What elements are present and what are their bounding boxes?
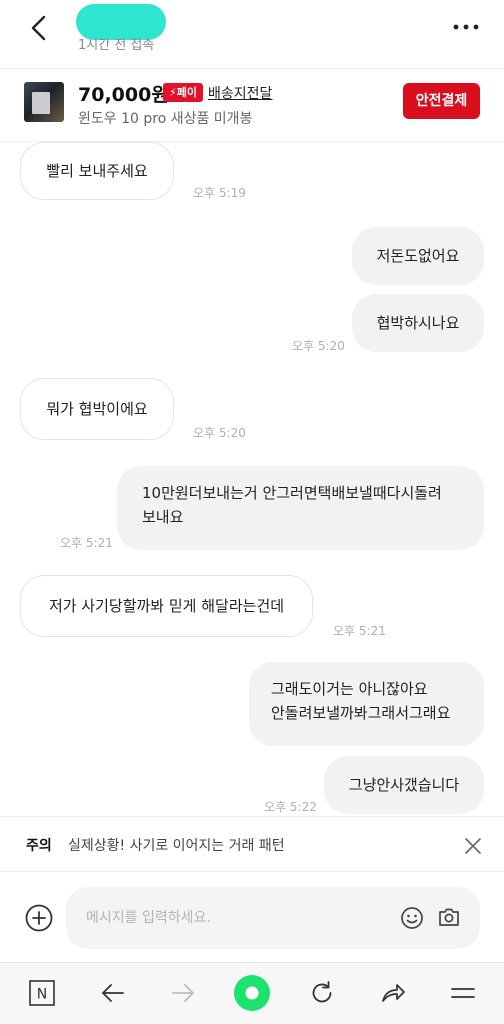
- message-time: 오후 5:21: [333, 624, 386, 638]
- warning-close-button[interactable]: [462, 835, 484, 857]
- camera-button[interactable]: [437, 905, 461, 929]
- refresh-icon: [312, 981, 332, 1003]
- message-list[interactable]: 빨리 보내주세요 오후 5:19 저돈도없어요 협박하시나요 오후 5:20 뭐…: [0, 142, 504, 816]
- message-time: 오후 5:20: [292, 339, 345, 353]
- add-attachment-button[interactable]: [24, 903, 54, 933]
- refresh-button[interactable]: [306, 977, 338, 1009]
- naver-n-icon: N: [29, 980, 55, 1006]
- back-arrow-icon: [102, 984, 124, 1002]
- back-button[interactable]: [24, 12, 56, 44]
- share-arrow-icon: [382, 984, 405, 1002]
- product-summary[interactable]: 70,000원 ⚡페이 배송지전달 윈도우 10 pro 새상품 미개봉 안전결…: [0, 68, 504, 142]
- plus-circle-icon: [25, 904, 53, 932]
- message-bubble[interactable]: 그래도이거는 아니잖아요 안돌려보낼까봐그래서그래요: [249, 662, 484, 746]
- last-access-status: 1시간 전 접속: [78, 38, 155, 53]
- share-button[interactable]: [377, 977, 409, 1009]
- chat-header: 1시간 전 접속: [0, 0, 504, 62]
- warning-text[interactable]: 실제상황! 사기로 이어지는 거래 패턴: [68, 835, 285, 855]
- message-composer: [0, 872, 504, 962]
- nav-forward-button[interactable]: [167, 977, 199, 1009]
- message-time: 오후 5:21: [60, 536, 113, 550]
- fraud-warning-banner: 주의 실제상황! 사기로 이어지는 거래 패턴: [0, 816, 504, 872]
- menu-button[interactable]: [447, 977, 479, 1009]
- message-time: 오후 5:19: [193, 186, 246, 200]
- message-bubble[interactable]: 10만원더보내는거 안그러면택배보낼때다시돌려 보내요: [117, 466, 484, 550]
- warning-label: 주의: [26, 838, 52, 854]
- camera-icon: [439, 908, 459, 926]
- message-bubble[interactable]: 협박하시나요: [352, 294, 484, 352]
- product-thumbnail[interactable]: [24, 82, 64, 122]
- close-icon: [465, 838, 481, 854]
- back-arrow-icon: [31, 15, 46, 41]
- message-time: 오후 5:22: [264, 800, 317, 814]
- product-name: 윈도우 10 pro 새상품 미개봉: [78, 111, 253, 127]
- green-dot-icon: [234, 975, 270, 1011]
- message-bubble[interactable]: 뭐가 협박이에요: [20, 378, 174, 440]
- message-time: 오후 5:20: [193, 426, 246, 440]
- safe-payment-button[interactable]: 안전결제: [403, 83, 480, 119]
- emoji-button[interactable]: [400, 906, 424, 930]
- browser-nav-bar: N: [0, 962, 504, 1024]
- more-options-button[interactable]: [452, 16, 480, 38]
- message-bubble[interactable]: 그냥안사갰습니다: [324, 756, 484, 814]
- shipping-address-link[interactable]: 배송지전달: [208, 83, 272, 103]
- pay-badge: ⚡페이: [163, 83, 203, 102]
- hamburger-menu-icon: [451, 988, 475, 998]
- product-price: 70,000원: [78, 84, 169, 106]
- smiley-icon: [401, 907, 423, 929]
- naver-home-button[interactable]: N: [26, 977, 58, 1009]
- nav-back-button[interactable]: [97, 977, 129, 1009]
- message-bubble[interactable]: 빨리 보내주세요: [20, 142, 174, 200]
- forward-arrow-icon: [172, 984, 194, 1002]
- more-dots-icon: [453, 24, 479, 30]
- message-bubble[interactable]: 저돈도없어요: [352, 227, 484, 285]
- message-bubble[interactable]: 저가 사기당할까봐 믿게 해달라는건데: [20, 575, 313, 637]
- green-dot-button[interactable]: [234, 975, 270, 1011]
- home-label: N: [37, 987, 47, 1003]
